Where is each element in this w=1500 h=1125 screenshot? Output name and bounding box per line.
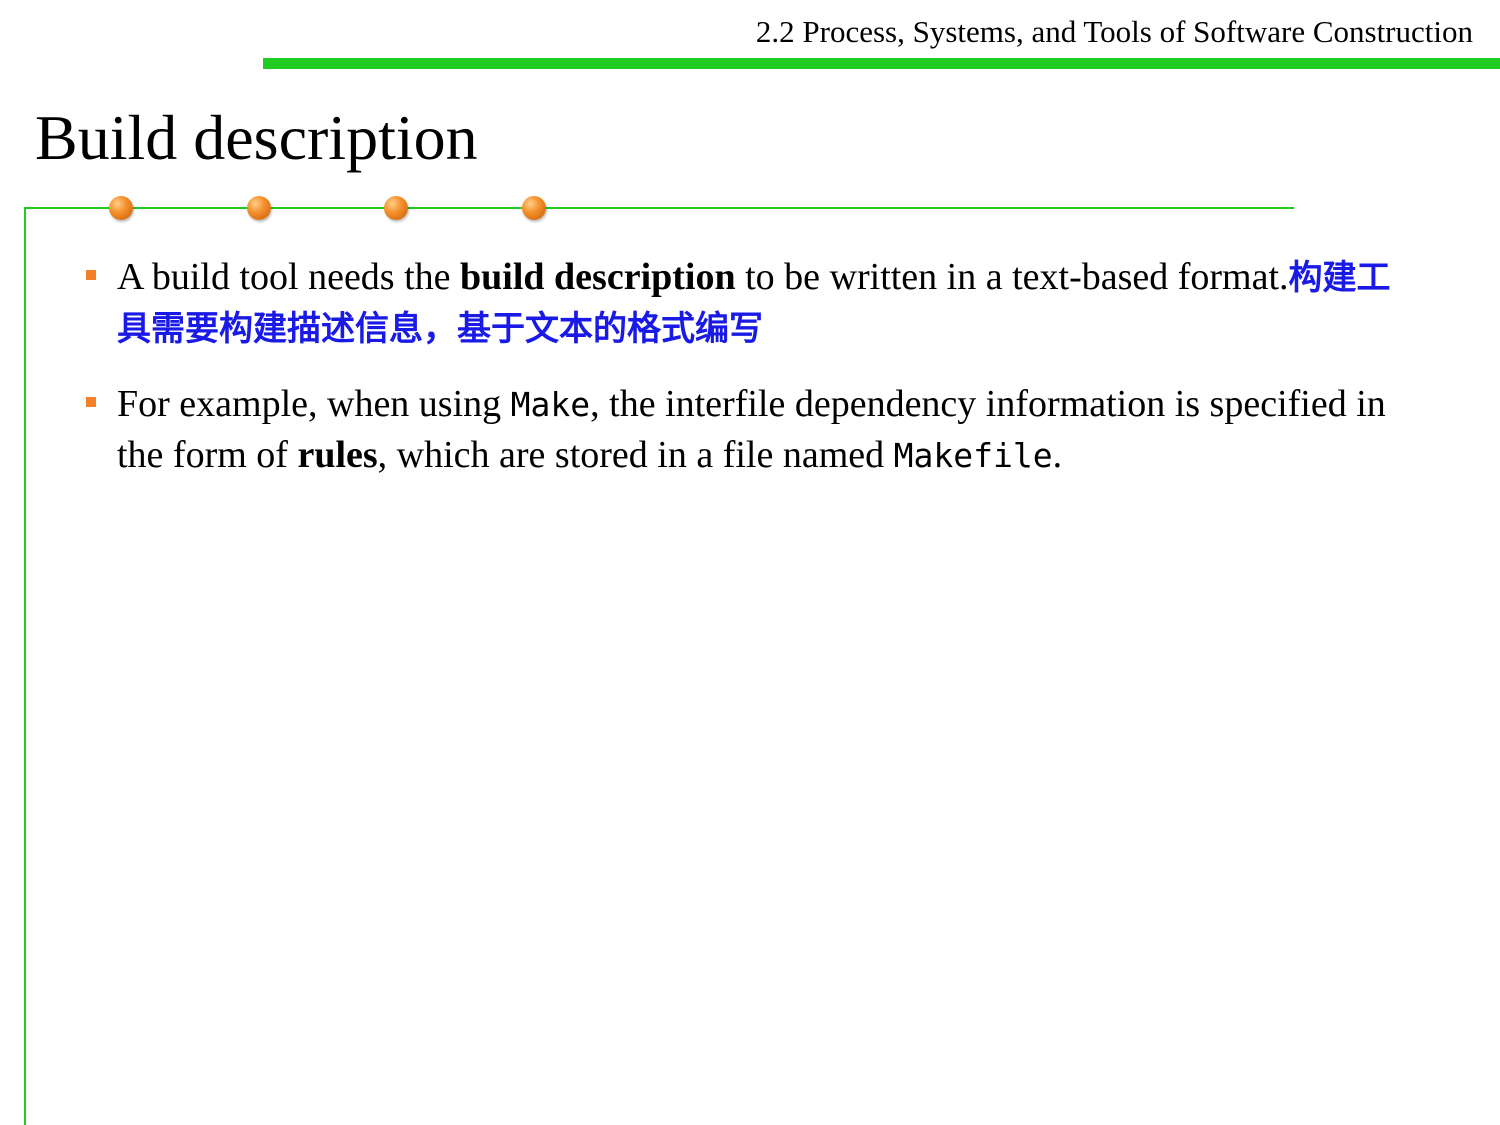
bullet-text: , which are stored in a file named [377, 434, 894, 476]
content-frame-left-line [24, 207, 26, 1125]
slide-title: Build description [35, 102, 478, 173]
bullet-bold-term: build description [460, 256, 736, 298]
slide-body: A build tool needs the build description… [80, 252, 1420, 506]
bullet-text: . [1052, 434, 1063, 476]
decorative-dot-2 [247, 196, 271, 220]
bullet-marker [86, 397, 96, 407]
section-header: 2.2 Process, Systems, and Tools of Softw… [755, 14, 1473, 49]
decorative-dot-4 [522, 196, 546, 220]
decorative-dot-3 [384, 196, 408, 220]
bullet-text: For example, when using [117, 383, 511, 425]
bullet-code-term: Make [510, 385, 591, 424]
bullet-code-term: Makefile [893, 436, 1053, 475]
bullet-text: A build tool needs the [117, 256, 461, 298]
title-divider-line [24, 207, 1294, 209]
bullet-marker [86, 270, 96, 280]
bullet-item-make-example: For example, when using Make, the interf… [80, 379, 1420, 481]
bullet-text: to be written in a text-based format. [735, 256, 1289, 298]
bullet-item-build-tool: A build tool needs the build description… [80, 252, 1420, 354]
bullet-bold-term: rules [297, 434, 378, 476]
header-accent-bar [263, 58, 1500, 69]
decorative-dot-1 [109, 196, 133, 220]
